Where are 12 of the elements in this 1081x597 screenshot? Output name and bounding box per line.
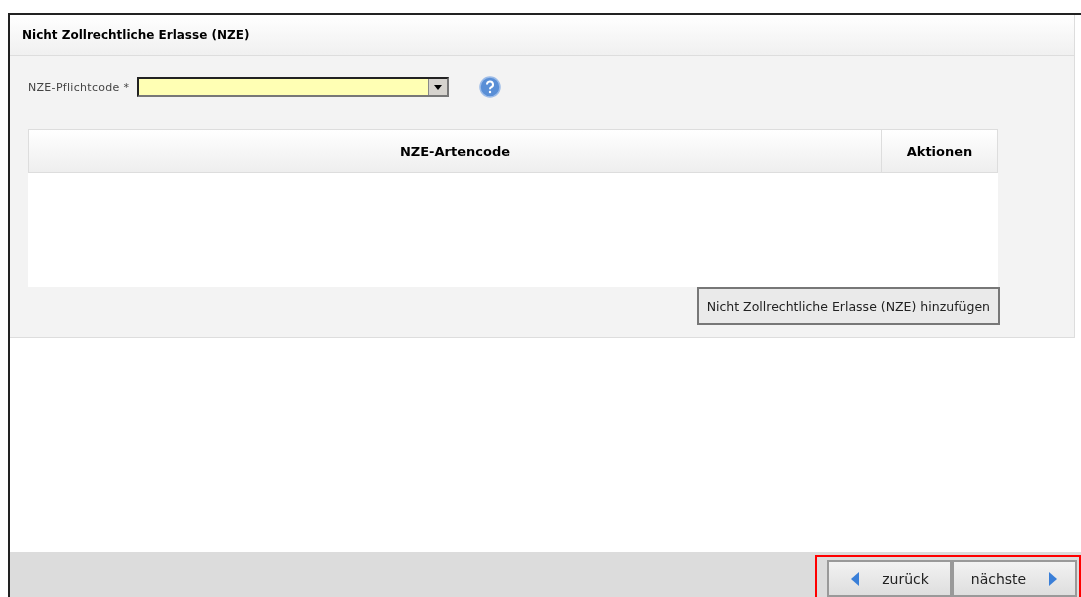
add-button[interactable]: Nicht Zollrechtliche Erlasse (NZE) hinzufügen (696, 287, 1000, 325)
back-button[interactable]: zurück (827, 560, 952, 597)
next-button[interactable]: nächste (952, 560, 1077, 597)
help-icon[interactable] (479, 76, 502, 98)
caret-icon (434, 84, 443, 90)
panel-title: Nicht Zollrechtliche Erlasse (NZE) (10, 15, 1074, 56)
right-arrow-icon (1048, 570, 1059, 587)
dropdown-field[interactable] (137, 77, 450, 97)
column-header: NZE-Artencode (398, 142, 512, 161)
column-header: Aktionen (881, 130, 997, 172)
left-arrow-icon (850, 570, 861, 587)
field-label: NZE-Pflichtcode * (28, 80, 130, 94)
